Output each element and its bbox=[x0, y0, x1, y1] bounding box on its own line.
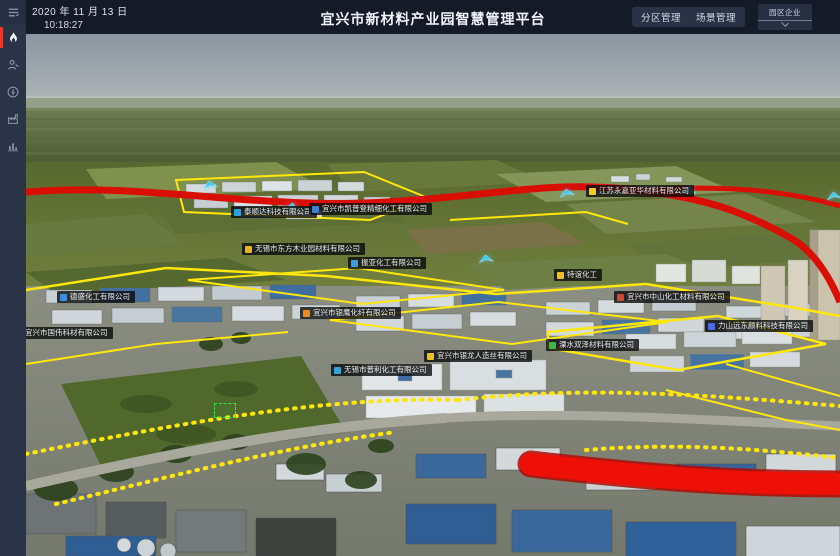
company-icon bbox=[245, 246, 252, 253]
company-label-text: 溧水双泽材料有限公司 bbox=[559, 341, 634, 349]
top-bar: 2020 年 11 月 13 日 10:18:27 宜兴市新材料产业园智慧管理平… bbox=[26, 0, 840, 34]
factory-icon bbox=[6, 112, 20, 126]
company-label[interactable]: 振亚化工有限公司 bbox=[348, 257, 426, 269]
datetime: 2020 年 11 月 13 日 10:18:27 bbox=[32, 3, 128, 31]
company-label[interactable]: 德盛化工有限公司 bbox=[57, 291, 135, 303]
company-label[interactable]: 泰顺达科技有限公司 bbox=[231, 206, 317, 218]
park-enterprise-dropdown[interactable]: 园区企业 bbox=[758, 4, 812, 30]
company-label[interactable]: 宜兴市国伟科材有限公司 bbox=[26, 327, 113, 339]
company-label-text: 江苏永嘉亚华材料有限公司 bbox=[599, 187, 689, 195]
sidebar-item-menu[interactable] bbox=[0, 0, 26, 24]
dropdown-label: 园区企业 bbox=[758, 4, 812, 21]
company-icon bbox=[617, 294, 624, 301]
company-icon bbox=[427, 353, 434, 360]
current-time: 10:18:27 bbox=[44, 20, 128, 31]
company-label-text: 特谊化工 bbox=[567, 271, 597, 279]
company-label-text: 泰顺达科技有限公司 bbox=[244, 208, 312, 216]
company-label[interactable]: 宜兴市凯普登精细化工有限公司 bbox=[309, 203, 432, 215]
company-label-text: 宜兴市国伟科材有限公司 bbox=[26, 329, 108, 337]
smart-park-platform: 2020 年 11 月 13 日 10:18:27 宜兴市新材料产业园智慧管理平… bbox=[0, 0, 840, 556]
left-toolbar bbox=[0, 0, 26, 556]
company-icon bbox=[312, 206, 319, 213]
zone-management-button[interactable]: 分区管理 bbox=[632, 7, 690, 27]
company-label-text: 宜兴市银鹰化纤有限公司 bbox=[313, 309, 396, 317]
company-label-text: 宜兴市凯普登精细化工有限公司 bbox=[322, 205, 427, 213]
company-label[interactable]: 溧水双泽材料有限公司 bbox=[546, 339, 639, 351]
company-label-text: 振亚化工有限公司 bbox=[361, 259, 421, 267]
sidebar-item-enterprises[interactable] bbox=[0, 105, 26, 132]
selection-box bbox=[214, 403, 236, 418]
company-icon bbox=[334, 367, 341, 374]
vehicle-marker[interactable] bbox=[477, 250, 495, 270]
company-label[interactable]: 特谊化工 bbox=[554, 269, 602, 281]
vehicle-marker[interactable] bbox=[825, 187, 840, 207]
hamburger-icon bbox=[6, 5, 21, 20]
vehicle-marker[interactable] bbox=[200, 176, 219, 197]
company-label-text: 无锡市东方木业园材料有限公司 bbox=[255, 245, 360, 253]
bar-chart-icon bbox=[6, 139, 20, 153]
company-label[interactable]: 宜兴市银龙人造丝有限公司 bbox=[424, 350, 532, 362]
company-label[interactable]: 宜兴市银鹰化纤有限公司 bbox=[300, 307, 401, 319]
company-icon bbox=[234, 209, 241, 216]
company-label[interactable]: 力山远东颜料科技有限公司 bbox=[705, 320, 813, 332]
company-label-text: 力山远东颜料科技有限公司 bbox=[718, 322, 808, 330]
company-icon bbox=[589, 188, 596, 195]
gauge-icon bbox=[6, 85, 20, 99]
company-label-text: 无锡市普利化工有限公司 bbox=[344, 366, 427, 374]
sidebar-item-statistics[interactable] bbox=[0, 132, 26, 159]
company-label[interactable]: 宜兴市中山化工材料有限公司 bbox=[614, 291, 730, 303]
company-label-text: 宜兴市银龙人造丝有限公司 bbox=[437, 352, 527, 360]
map-viewport[interactable]: 泰顺达科技有限公司 宜兴市凯普登精细化工有限公司 无锡市东方木业园材料有限公司 … bbox=[26, 34, 840, 556]
company-icon bbox=[351, 260, 358, 267]
sidebar-item-fire-monitor[interactable] bbox=[0, 24, 26, 51]
current-date: 2020 年 11 月 13 日 bbox=[32, 3, 128, 18]
sidebar-item-energy-monitor[interactable] bbox=[0, 78, 26, 105]
company-icon bbox=[303, 310, 310, 317]
company-icon bbox=[557, 272, 564, 279]
flame-icon bbox=[7, 31, 20, 45]
sidebar-item-personnel[interactable] bbox=[0, 51, 26, 78]
map-label-layer: 泰顺达科技有限公司 宜兴市凯普登精细化工有限公司 无锡市东方木业园材料有限公司 … bbox=[26, 34, 840, 556]
scene-management-button[interactable]: 场景管理 bbox=[687, 7, 745, 27]
company-icon bbox=[549, 342, 556, 349]
company-label[interactable]: 江苏永嘉亚华材料有限公司 bbox=[586, 185, 694, 197]
company-label-text: 德盛化工有限公司 bbox=[70, 293, 130, 301]
company-label[interactable]: 无锡市东方木业园材料有限公司 bbox=[242, 243, 365, 255]
vehicle-marker[interactable] bbox=[558, 184, 577, 205]
company-label-text: 宜兴市中山化工材料有限公司 bbox=[627, 293, 725, 301]
page-title: 宜兴市新材料产业园智慧管理平台 bbox=[321, 9, 546, 29]
company-label[interactable]: 无锡市普利化工有限公司 bbox=[331, 364, 432, 376]
person-icon bbox=[6, 58, 20, 72]
company-icon bbox=[708, 323, 715, 330]
company-icon bbox=[60, 294, 67, 301]
